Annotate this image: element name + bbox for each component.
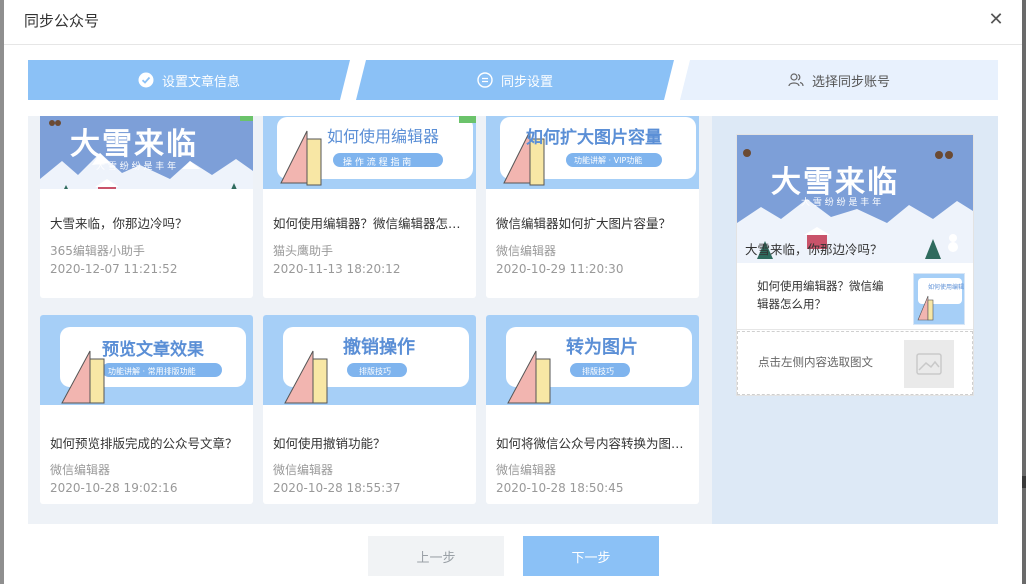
thumbnail-subtitle: 大 雪 纷 纷 是 丰 年	[96, 162, 177, 172]
article-title: 微信编辑器如何扩大图片容量？	[496, 216, 672, 231]
step-sync-settings[interactable]: 同步设置	[356, 60, 674, 100]
next-step-button[interactable]: 下一步	[523, 536, 659, 576]
article-title: 如何使用撤销功能？	[273, 436, 386, 451]
article-thumbnail: 预览文章效果 功能讲解 · 常用排版功能	[40, 315, 253, 405]
article-card[interactable]: 如何扩大图片容量 功能讲解 · VIP功能 微信编辑器如何扩大图片容量？ 微信编…	[486, 116, 699, 298]
article-thumbnail: 转为图片 排版技巧	[486, 315, 699, 405]
preview-pane: 大雪来临 大 雪 纷 纷 是 丰 年 大雪来临，你那边冷吗？ 如何使用编辑器？微…	[712, 116, 998, 524]
preview-head-article[interactable]: 大雪来临 大 雪 纷 纷 是 丰 年 大雪来临，你那边冷吗？	[737, 135, 973, 263]
step-label: 选择同步账号	[811, 74, 890, 90]
article-thumbnail: 撤销操作 排版技巧	[263, 315, 476, 405]
thumbnail-subtitle: 排版技巧	[582, 367, 614, 376]
article-date: 2020-11-13 18:20:12	[273, 262, 401, 276]
article-card[interactable]: 转为图片 排版技巧 如何将微信公众号内容转换为图片？ 微信编辑器 2020-10…	[486, 315, 699, 504]
article-card[interactable]: 预览文章效果 功能讲解 · 常用排版功能 如何预览排版完成的公众号文章？ 微信编…	[40, 315, 253, 504]
article-thumbnail: 大雪来临 大 雪 纷 纷 是 丰 年	[40, 116, 253, 189]
thumbnail-title: 撤销操作	[343, 337, 415, 358]
article-author: 微信编辑器	[50, 463, 111, 477]
thumbnail-title: 预览文章效果	[102, 340, 204, 360]
article-card[interactable]: 如何使用编辑器 操 作 流 程 指 南 如何使用编辑器？微信编辑器怎么用？ 猫头…	[263, 116, 476, 298]
step-label: 同步设置	[500, 74, 553, 90]
step-select-account[interactable]: 选择同步账号	[680, 60, 998, 100]
undo-banner-image	[263, 315, 476, 405]
article-date: 2020-10-28 18:50:45	[496, 481, 624, 495]
close-icon[interactable]: ✕	[986, 10, 1006, 30]
preview-empty-hint: 点击左侧内容选取图文	[758, 355, 873, 369]
preview-head-title: 大雪来临，你那边冷吗？	[745, 242, 883, 257]
check-circle-icon	[138, 72, 154, 88]
thumbnail-title: 转为图片	[566, 337, 638, 358]
thumbnail-subtitle: 排版技巧	[359, 367, 391, 376]
users-icon	[788, 73, 804, 87]
to-image-banner-image	[486, 315, 699, 405]
step-bar: 设置文章信息 同步设置 选择同步账号	[28, 60, 998, 100]
article-title: 如何预览排版完成的公众号文章？	[50, 436, 238, 451]
article-author: 猫头鹰助手	[273, 244, 334, 258]
article-author: 365编辑器小助手	[50, 244, 145, 258]
preview-item-thumb-title: 如何使用编辑	[928, 284, 965, 291]
preview-item-thumbnail: 如何使用编辑	[913, 273, 965, 325]
preview-empty-slot[interactable]: 点击左侧内容选取图文	[737, 331, 973, 395]
prev-step-button[interactable]: 上一步	[368, 536, 504, 576]
article-thumbnail: 如何使用编辑器 操 作 流 程 指 南	[263, 116, 476, 189]
article-title: 如何使用编辑器？微信编辑器怎么用？	[273, 216, 468, 231]
dialog-titlebar: 同步公众号 ✕	[4, 0, 1022, 45]
step-label: 设置文章信息	[161, 74, 240, 90]
article-title: 大雪来临，你那边冷吗？	[50, 216, 188, 231]
image-placeholder-icon	[904, 340, 954, 388]
preview-banner-image	[40, 315, 253, 405]
article-card[interactable]: 撤销操作 排版技巧 如何使用撤销功能？ 微信编辑器 2020-10-28 18:…	[263, 315, 476, 504]
preview-item-title: 如何使用编辑器？微信编辑器怎么用？	[757, 279, 884, 311]
article-list: 大雪来临 大 雪 纷 纷 是 丰 年 大雪来临，你那边冷吗？ 365编辑器小助手…	[28, 116, 712, 524]
article-date: 2020-10-29 11:20:30	[496, 262, 624, 276]
sync-dialog: 同步公众号 ✕ 设置文章信息 同步设置 选择同步账号 大雪来临 大 雪 纷 纷 …	[4, 0, 1022, 584]
article-author: 微信编辑器	[273, 463, 334, 477]
background-mark	[1022, 476, 1026, 488]
thumbnail-title: 大雪来临	[70, 127, 198, 162]
article-author: 微信编辑器	[496, 244, 557, 258]
article-thumbnail: 如何扩大图片容量 功能讲解 · VIP功能	[486, 116, 699, 189]
article-date: 2020-10-28 19:02:16	[50, 481, 178, 495]
article-date: 2020-12-07 11:21:52	[50, 262, 178, 276]
article-card[interactable]: 大雪来临 大 雪 纷 纷 是 丰 年 大雪来临，你那边冷吗？ 365编辑器小助手…	[40, 116, 253, 298]
preview-thumbnail-subtitle: 大 雪 纷 纷 是 丰 年	[801, 198, 882, 208]
article-title: 如何将微信公众号内容转换为图片？	[496, 436, 691, 451]
article-date: 2020-10-28 18:55:37	[273, 481, 401, 495]
thumbnail-subtitle: 功能讲解 · 常用排版功能	[108, 367, 196, 376]
preview-list-item[interactable]: 如何使用编辑器？微信编辑器怎么用？ 如何使用编辑	[737, 265, 973, 330]
thumbnail-subtitle: 操 作 流 程 指 南	[343, 158, 412, 168]
background-overlay-right	[1022, 0, 1026, 584]
article-author: 微信编辑器	[496, 463, 557, 477]
thumbnail-subtitle: 功能讲解 · VIP功能	[574, 156, 643, 165]
thumbnail-title: 如何扩大图片容量	[526, 128, 662, 148]
thumbnail-title: 如何使用编辑器	[327, 127, 440, 146]
dialog-title: 同步公众号	[24, 12, 100, 30]
list-circle-icon	[477, 72, 493, 88]
phone-preview: 大雪来临 大 雪 纷 纷 是 丰 年 大雪来临，你那边冷吗？ 如何使用编辑器？微…	[736, 134, 974, 396]
step-article-info[interactable]: 设置文章信息	[28, 60, 350, 100]
